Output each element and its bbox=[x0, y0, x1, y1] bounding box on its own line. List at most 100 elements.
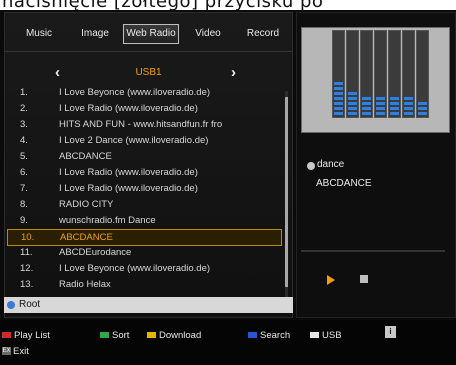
spectrum-segment bbox=[348, 97, 357, 100]
spectrum-segment bbox=[334, 107, 343, 110]
spectrum-segment bbox=[334, 97, 343, 100]
spectrum-segment bbox=[390, 107, 399, 110]
green-key-icon bbox=[100, 332, 109, 339]
list-scrollbar[interactable] bbox=[285, 91, 288, 303]
list-item-number: 10. bbox=[21, 232, 35, 243]
spectrum-segment bbox=[404, 97, 413, 100]
list-item[interactable]: 5. ABCDANCE bbox=[7, 149, 280, 164]
key-exit-label: Exit bbox=[13, 346, 29, 357]
spectrum-segment bbox=[334, 112, 343, 115]
list-item-title: I Love Beyonce (www.iloveradio.de) bbox=[59, 263, 211, 274]
spectrum-segment bbox=[362, 102, 371, 105]
spectrum-segment bbox=[376, 112, 385, 115]
list-item-number: 5. bbox=[20, 151, 28, 162]
key-download[interactable]: Download bbox=[147, 330, 201, 342]
spectrum-segment bbox=[418, 107, 427, 110]
key-search-label: Search bbox=[260, 330, 291, 341]
tab-record[interactable]: Record bbox=[241, 26, 285, 42]
list-item-title: I Love 2 Dance (www.iloveradio.de) bbox=[59, 135, 209, 146]
key-usb[interactable]: USB bbox=[310, 330, 342, 342]
spectrum-bar bbox=[346, 30, 359, 118]
spectrum-segment bbox=[376, 97, 385, 100]
spectrum-segment bbox=[376, 102, 385, 105]
exit-key-icon: EX bbox=[2, 347, 11, 356]
spectrum-bar bbox=[388, 30, 401, 118]
spectrum-segment bbox=[348, 107, 357, 110]
list-item-title: RADIO CITY bbox=[59, 199, 114, 210]
list-item[interactable]: 6. I Love Radio (www.iloveradio.de) bbox=[7, 165, 280, 180]
key-usb-label: USB bbox=[322, 330, 342, 341]
spectrum-segment bbox=[334, 92, 343, 95]
list-item-number: 12. bbox=[20, 263, 34, 274]
spectrum-segment bbox=[348, 102, 357, 105]
spectrum-segment bbox=[362, 107, 371, 110]
spectrum-segment bbox=[404, 112, 413, 115]
spectrum-bar bbox=[332, 30, 345, 118]
list-item[interactable]: 4. I Love 2 Dance (www.iloveradio.de) bbox=[7, 133, 280, 148]
spectrum-segment bbox=[348, 92, 357, 95]
list-item-selected[interactable]: 10. ABCDANCE bbox=[7, 229, 282, 246]
list-item-number: 1. bbox=[20, 87, 28, 98]
tab-web-radio[interactable]: Web Radio bbox=[123, 24, 179, 44]
caption-strip: naciśnięcie [żółtego] przycisku po bbox=[0, 0, 456, 10]
chevron-right-icon[interactable]: › bbox=[231, 65, 236, 81]
tab-image[interactable]: Image bbox=[75, 26, 115, 42]
tab-music[interactable]: Music bbox=[19, 26, 59, 42]
list-item-title: I Love Radio (www.iloveradio.de) bbox=[59, 167, 198, 178]
key-playlist[interactable]: Play List bbox=[2, 330, 50, 342]
stop-icon[interactable] bbox=[360, 275, 368, 283]
list-item-title: HITS AND FUN - www.hitsandfun.fr fro bbox=[59, 119, 223, 130]
list-item[interactable]: 12. I Love Beyonce (www.iloveradio.de) bbox=[7, 261, 280, 276]
list-item-number: 8. bbox=[20, 199, 28, 210]
spectrum-bar bbox=[360, 30, 373, 118]
list-item[interactable]: 13. Radio Helax bbox=[7, 277, 280, 292]
list-item-number: 4. bbox=[20, 135, 28, 146]
list-item[interactable]: 8. RADIO CITY bbox=[7, 197, 280, 212]
path-label: Root bbox=[19, 299, 41, 310]
list-item[interactable]: 9. wunschradio.fm Dance bbox=[7, 213, 280, 228]
play-icon[interactable] bbox=[327, 275, 335, 285]
scrollbar-thumb[interactable] bbox=[285, 97, 288, 287]
spectrum-bar bbox=[402, 30, 415, 118]
key-exit[interactable]: EX Exit bbox=[2, 346, 29, 358]
list-item-title: ABCDEurodance bbox=[59, 247, 132, 258]
info-icon[interactable]: i bbox=[385, 326, 396, 338]
key-sort[interactable]: Sort bbox=[100, 330, 129, 342]
list-item-number: 11. bbox=[20, 247, 33, 258]
key-download-label: Download bbox=[159, 330, 202, 341]
media-browser-panel: Music Image Web Radio Video Record ‹ USB… bbox=[4, 12, 293, 318]
list-item[interactable]: 3. HITS AND FUN - www.hitsandfun.fr fro bbox=[7, 117, 280, 132]
list-item-number: 9. bbox=[20, 215, 28, 226]
list-item[interactable]: 7. I Love Radio (www.iloveradio.de) bbox=[7, 181, 280, 196]
station-name: ABCDANCE bbox=[316, 178, 372, 189]
list-item-title: ABCDANCE bbox=[59, 151, 112, 162]
folder-name: USB1 bbox=[135, 67, 162, 78]
white-key-icon bbox=[310, 332, 319, 339]
list-item-title: Radio Helax bbox=[59, 279, 111, 290]
folder-root-icon bbox=[7, 301, 15, 309]
list-item-title: ABCDANCE bbox=[60, 232, 113, 243]
list-item-title: I Love Radio (www.iloveradio.de) bbox=[59, 183, 198, 194]
spectrum-segment bbox=[376, 107, 385, 110]
list-item-number: 2. bbox=[20, 103, 28, 114]
list-item[interactable]: 2. I Love Radio (www.iloveradio.de) bbox=[7, 101, 280, 116]
spectrum-segment bbox=[334, 102, 343, 105]
key-sort-label: Sort bbox=[112, 330, 130, 341]
list-item[interactable]: 1. I Love Beyonce (www.iloveradio.de) bbox=[7, 85, 280, 100]
list-item[interactable]: 11. ABCDEurodance bbox=[7, 245, 280, 260]
spectrum-segment bbox=[418, 102, 427, 105]
list-item-number: 13. bbox=[20, 279, 34, 290]
blue-key-icon bbox=[248, 332, 257, 339]
caption-text: naciśnięcie [żółtego] przycisku po bbox=[2, 0, 323, 10]
tab-video[interactable]: Video bbox=[190, 26, 226, 42]
list-item-number: 3. bbox=[20, 119, 28, 130]
spectrum-segment bbox=[334, 87, 343, 90]
spectrum-segment bbox=[362, 112, 371, 115]
key-search[interactable]: Search bbox=[248, 330, 290, 342]
list-item-title: I Love Radio (www.iloveradio.de) bbox=[59, 103, 198, 114]
genre-label: dance bbox=[317, 159, 345, 170]
yellow-key-icon bbox=[147, 332, 156, 339]
spectrum-segment bbox=[418, 112, 427, 115]
spectrum-segment bbox=[362, 97, 371, 100]
media-tabs: Music Image Web Radio Video Record bbox=[5, 13, 292, 52]
